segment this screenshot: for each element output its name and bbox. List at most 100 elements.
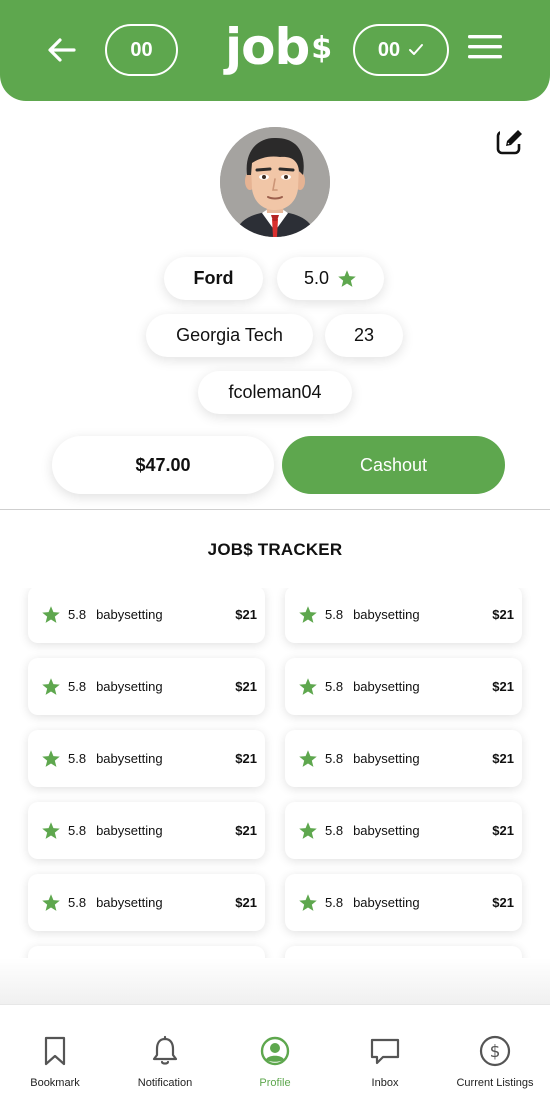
back-arrow-icon[interactable] [44, 34, 80, 66]
chat-bubble-icon [370, 1038, 400, 1065]
job-rating: 5.8 [325, 751, 344, 766]
job-title: babysetting [96, 895, 163, 910]
job-title: babysetting [96, 751, 163, 766]
left-count-text: 00 [130, 38, 153, 61]
avatar [220, 127, 330, 237]
username-chip: fcoleman04 [198, 371, 352, 414]
star-icon [42, 605, 60, 623]
job-pay: $21 [492, 895, 514, 910]
job-card[interactable]: 5.8 babysetting $21 [28, 874, 265, 931]
job-pay: $21 [492, 823, 514, 838]
nav-label-inbox: Inbox [371, 1077, 399, 1089]
age-chip: 23 [325, 314, 403, 357]
job-card[interactable]: 5.8 babysetting $21 [28, 802, 265, 859]
hamburger-menu-icon[interactable] [467, 34, 503, 60]
nav-bookmark[interactable]: Bookmark [0, 1005, 110, 1104]
job-card[interactable]: 5.8 babysetting $21 [285, 588, 522, 643]
cashout-label: Cashout [359, 454, 428, 475]
job-rating: 5.8 [68, 823, 87, 838]
completed-count-badge[interactable]: 00 [353, 24, 449, 76]
job-pay: $21 [235, 823, 257, 838]
bottom-navigation: Bookmark Notification Profile Inbox $ Cu… [0, 1004, 550, 1104]
logo-text: job [225, 18, 310, 76]
job-card-partial [285, 946, 522, 958]
list-fade [0, 958, 550, 1004]
edit-icon[interactable] [495, 127, 525, 157]
nav-inbox[interactable]: Inbox [330, 1005, 440, 1104]
job-title: babysetting [96, 607, 163, 622]
profile-school: Georgia Tech [176, 325, 283, 345]
logo-dollar: $ [311, 31, 332, 66]
balance-amount: $47.00 [135, 454, 191, 475]
avatar-portrait [220, 127, 330, 237]
left-count-badge[interactable]: 00 [105, 24, 178, 76]
job-rating: 5.8 [325, 607, 344, 622]
tracker-title: JOB$ TRACKER [207, 540, 343, 559]
job-title: babysetting [353, 679, 420, 694]
nav-profile[interactable]: Profile [220, 1005, 330, 1104]
job-title: babysetting [353, 895, 420, 910]
nav-label-bookmark: Bookmark [30, 1077, 80, 1089]
profile-name: Ford [193, 268, 234, 288]
nav-current-listings[interactable]: $ Current Listings [440, 1005, 550, 1104]
school-chip: Georgia Tech [146, 314, 313, 357]
star-icon [299, 677, 317, 695]
job-card[interactable]: 5.8 babysetting $21 [285, 658, 522, 715]
nav-label-notification: Notification [137, 1077, 193, 1089]
nav-notification[interactable]: Notification [110, 1005, 220, 1104]
profile-age: 23 [353, 325, 375, 345]
star-icon [299, 893, 317, 911]
star-icon [299, 605, 317, 623]
job-title: babysetting [353, 823, 420, 838]
job-title: babysetting [353, 751, 420, 766]
right-count-text: 00 [377, 38, 401, 61]
star-icon [42, 677, 60, 695]
job-pay: $21 [235, 679, 257, 694]
cashout-button[interactable]: Cashout [282, 436, 505, 494]
job-title: babysetting [96, 679, 163, 694]
job-rating: 5.8 [325, 895, 344, 910]
job-card[interactable]: 5.8 babysetting $21 [285, 730, 522, 787]
profile-rating: 5.0 [303, 268, 330, 288]
nav-label-current-listings: Current Listings [456, 1077, 534, 1089]
job-pay: $21 [492, 679, 514, 694]
check-icon [409, 44, 424, 55]
job-rating: 5.8 [68, 751, 87, 766]
job-rating: 5.8 [68, 679, 87, 694]
bell-icon [152, 1035, 178, 1065]
job-card-partial [28, 946, 265, 958]
job-pay: $21 [492, 607, 514, 622]
nav-label-profile: Profile [259, 1077, 291, 1089]
job-rating: 5.8 [68, 895, 87, 910]
profile-username: fcoleman04 [228, 382, 322, 402]
job-rating: 5.8 [325, 823, 344, 838]
app-logo: job$ [225, 17, 332, 79]
dollar-circle-icon: $ [479, 1035, 511, 1067]
profile-icon [260, 1036, 290, 1066]
star-icon [299, 821, 317, 839]
job-card[interactable]: 5.8 babysetting $21 [28, 730, 265, 787]
job-card[interactable]: 5.8 babysetting $21 [28, 658, 265, 715]
job-card[interactable]: 5.8 babysetting $21 [285, 874, 522, 931]
star-icon [42, 893, 60, 911]
job-pay: $21 [235, 895, 257, 910]
name-chip: Ford [164, 257, 263, 300]
star-icon [338, 269, 356, 287]
job-card[interactable]: 5.8 babysetting $21 [28, 588, 265, 643]
star-icon [42, 821, 60, 839]
job-pay: $21 [235, 607, 257, 622]
job-card[interactable]: 5.8 babysetting $21 [285, 802, 522, 859]
section-divider [0, 509, 550, 510]
balance-display: $47.00 [52, 436, 274, 494]
job-rating: 5.8 [325, 679, 344, 694]
job-pay: $21 [235, 751, 257, 766]
rating-chip: 5.0 [277, 257, 384, 300]
star-icon [42, 749, 60, 767]
job-rating: 5.8 [68, 607, 87, 622]
jobs-tracker-list[interactable]: 5.8 babysetting $21 5.8 babysetting $21 5.8 bab… [0, 588, 550, 958]
star-icon [299, 749, 317, 767]
top-header: 00 job$ 00 [0, 0, 550, 101]
svg-text:$: $ [490, 1042, 501, 1062]
job-title: babysetting [353, 607, 420, 622]
job-title: babysetting [96, 823, 163, 838]
